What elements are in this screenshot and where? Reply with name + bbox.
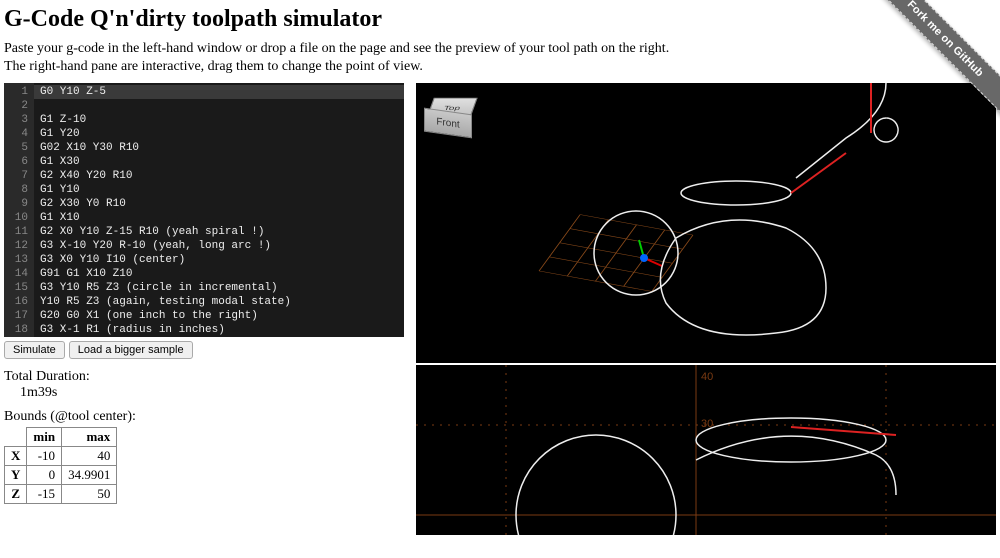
line-gutter: 12345678910111213141516171819202122: [4, 83, 34, 337]
line-number: 17: [4, 309, 28, 323]
bounds-value: 50: [62, 485, 117, 504]
table-row: X -10 40: [5, 447, 117, 466]
line-number: 5: [4, 141, 28, 155]
line-number: 14: [4, 267, 28, 281]
code-line[interactable]: G1 X10: [40, 212, 80, 224]
line-number: 9: [4, 197, 28, 211]
line-number: 1: [4, 85, 28, 99]
toolpath-3d-icon: [416, 83, 996, 363]
right-panel: Top Front: [416, 83, 996, 535]
axis-label: X: [5, 447, 27, 466]
code-line[interactable]: G20 G0 X1 (one inch to the right): [40, 310, 258, 322]
code-line[interactable]: Y10 R5 Z3 (again, testing modal state): [40, 296, 291, 308]
line-number: 8: [4, 183, 28, 197]
code-line[interactable]: G3 X-10 Y20 R-10 (yeah, long arc !): [40, 240, 271, 252]
code-line[interactable]: G1 Y10: [40, 184, 80, 196]
bounds-label: Bounds (@tool center):: [4, 409, 404, 425]
line-number: 16: [4, 295, 28, 309]
line-number: 13: [4, 253, 28, 267]
line-number: 15: [4, 281, 28, 295]
left-panel: 12345678910111213141516171819202122 G0 Y…: [4, 83, 404, 535]
line-number: 18: [4, 323, 28, 337]
bounds-table: min max X -10 40 Y 0 34.9901 Z -15 50: [4, 427, 117, 504]
code-line[interactable]: G2 X0 Y10 Z-15 R10 (yeah spiral !): [40, 226, 264, 238]
code-line[interactable]: G2 X30 Y0 R10: [40, 198, 126, 210]
bounds-header-min: min: [27, 428, 62, 447]
duration-label: Total Duration:: [4, 369, 404, 385]
code-line[interactable]: G3 Y10 R5 Z3 (circle in incremental): [40, 282, 278, 294]
simulate-button[interactable]: Simulate: [4, 341, 65, 359]
table-row: Y 0 34.9901: [5, 466, 117, 485]
line-number: 3: [4, 113, 28, 127]
toolpath-2d-icon: 40 30: [416, 365, 996, 535]
code-lines[interactable]: G0 Y10 Z-5 G1 Z-10 G1 Y20 G02 X10 Y30 R10 G1…: [34, 83, 404, 337]
gcode-editor[interactable]: 12345678910111213141516171819202122 G0 Y…: [4, 83, 404, 337]
page-title: G-Code Q'n'dirty toolpath simulator: [4, 6, 1000, 33]
axis-label: Z: [5, 485, 27, 504]
code-line[interactable]: G0 Y10 Z-5: [34, 85, 404, 99]
line-number: 4: [4, 127, 28, 141]
svg-text:40: 40: [701, 371, 713, 383]
bounds-value: -15: [27, 485, 62, 504]
line-number: 6: [4, 155, 28, 169]
axis-label: Y: [5, 466, 27, 485]
bounds-value: -10: [27, 447, 62, 466]
code-line[interactable]: G1 X30: [40, 156, 80, 168]
main-layout: 12345678910111213141516171819202122 G0 Y…: [4, 83, 996, 535]
button-row: Simulate Load a bigger sample: [4, 341, 404, 359]
code-line[interactable]: G3 X-1 R1 (radius in inches): [40, 324, 225, 336]
code-line[interactable]: G2 X40 Y20 R10: [40, 170, 132, 182]
bounds-value: 34.9901: [62, 466, 117, 485]
line-number: 11: [4, 225, 28, 239]
line-number: 12: [4, 239, 28, 253]
viewport-2d[interactable]: 40 30: [416, 365, 996, 535]
bounds-value: 0: [27, 466, 62, 485]
code-line[interactable]: G3 X0 Y10 I10 (center): [40, 254, 185, 266]
code-line[interactable]: G02 X10 Y30 R10: [40, 142, 139, 154]
line-number: 10: [4, 211, 28, 225]
line-number: 2: [4, 99, 28, 113]
duration-value: 1m39s: [20, 385, 404, 401]
bounds-header-max: max: [62, 428, 117, 447]
code-line[interactable]: G91 G1 X10 Z10: [40, 268, 132, 280]
code-line[interactable]: G1 Z-10: [40, 114, 86, 126]
code-line[interactable]: G1 Y20: [40, 128, 80, 140]
load-sample-button[interactable]: Load a bigger sample: [69, 341, 193, 359]
intro-line-2: The right-hand pane are interactive, dra…: [4, 59, 1000, 75]
line-number: 7: [4, 169, 28, 183]
intro-line-1: Paste your g-code in the left-hand windo…: [4, 41, 1000, 57]
bounds-value: 40: [62, 447, 117, 466]
table-row: Z -15 50: [5, 485, 117, 504]
info-panel: Total Duration: 1m39s Bounds (@tool cent…: [4, 369, 404, 504]
viewport-3d[interactable]: Top Front: [416, 83, 996, 363]
